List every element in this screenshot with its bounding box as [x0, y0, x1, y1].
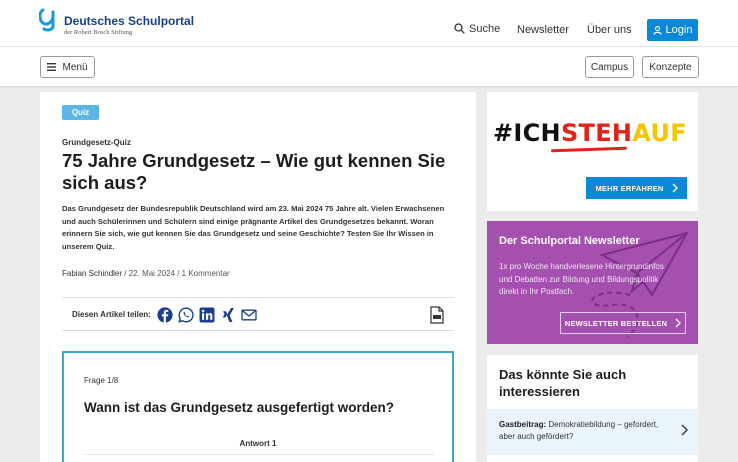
article-lead: Das Grundgesetz der Bundesrepublik Deuts…	[62, 204, 445, 251]
share-label: Diesen Artikel teilen:	[72, 310, 151, 319]
chevron-right-icon	[672, 183, 678, 193]
menu-button[interactable]: Menü	[40, 56, 95, 78]
user-icon	[652, 25, 662, 35]
article-kicker: Grundgesetz-Quiz	[62, 138, 131, 147]
comments-link[interactable]: / 1 Kommentar	[177, 269, 229, 278]
concepts-button[interactable]: Konzepte	[642, 56, 699, 78]
author-link[interactable]: Fabian Schindler	[62, 269, 122, 278]
schulportal-logo-icon[interactable]	[39, 8, 57, 32]
secondary-navbar: Menü Campus Konzepte	[0, 47, 738, 87]
mail-icon[interactable]	[241, 307, 257, 323]
ad-slogan-hash: #ICH	[493, 119, 561, 147]
chevron-right-icon	[675, 318, 682, 328]
quiz-question: Wann ist das Grundgesetz ausgefertigt wo…	[84, 400, 395, 415]
linkedin-icon[interactable]	[199, 307, 215, 323]
quiz-progress: Frage 1/8	[84, 376, 119, 385]
nav-about-us[interactable]: Über uns	[587, 24, 632, 36]
chevron-right-icon	[681, 424, 688, 436]
recommendations-title: Das könnte Sie auch interessieren	[499, 367, 627, 399]
recommendations-box: Das könnte Sie auch interessieren Gastbe…	[487, 355, 698, 462]
nav-search-label: Suche	[469, 23, 501, 35]
more-info-button[interactable]: MEHR ERFAHREN	[586, 177, 687, 199]
newsletter-body: 1x pro Woche handverlesene Hintergrundin…	[499, 262, 664, 296]
quiz-box: Frage 1/8 Wann ist das Grundgesetz ausge…	[62, 351, 454, 462]
article-meta: Fabian Schindler / 22. Mai 2024 / 1 Komm…	[62, 269, 230, 278]
logo-subtitle: der Robert Bosch Stiftung	[64, 29, 133, 36]
recommendation-item-text: Gastbeitrag: Demokratiebildung – geforde…	[499, 419, 664, 443]
publish-date: / 22. Mai 2024	[124, 269, 175, 278]
facebook-icon[interactable]	[157, 307, 173, 323]
newsletter-subscribe-button[interactable]: NEWSLETTER BESTELLEN	[560, 312, 686, 334]
ad-slogan-steh: STEH	[560, 119, 633, 147]
quiz-answer-divider	[84, 454, 434, 455]
login-label: Login	[665, 24, 693, 36]
pdf-download-icon[interactable]	[430, 306, 444, 324]
campus-button[interactable]: Campus	[585, 56, 634, 78]
article-card: Quiz Grundgesetz-Quiz 75 Jahre Grundgese…	[40, 92, 476, 462]
quiz-answer-label: Antwort 1	[239, 439, 277, 448]
ad-underline	[550, 146, 628, 153]
ad-slogan: #ICHSTEHAUF	[493, 119, 687, 147]
recommendation-item-prefix: Gastbeitrag:	[499, 420, 547, 429]
ad-slogan-auf: AUF	[632, 119, 687, 147]
ich-steh-auf-ad[interactable]: #ICHSTEHAUF MEHR ERFAHREN	[487, 92, 698, 211]
nav-search[interactable]: Suche	[454, 23, 500, 35]
quiz-badge[interactable]: Quiz	[62, 105, 99, 120]
logo-title[interactable]: Deutsches Schulportal	[64, 14, 194, 28]
newsletter-subscribe-label: NEWSLETTER BESTELLEN	[564, 318, 668, 328]
more-info-label: MEHR ERFAHREN	[595, 183, 664, 193]
top-header: Deutsches Schulportal der Robert Bosch S…	[0, 0, 738, 47]
xing-icon[interactable]	[220, 307, 236, 323]
newsletter-box: Der Schulportal Newsletter 1x pro Woche …	[487, 221, 698, 344]
nav-newsletter[interactable]: Newsletter	[517, 24, 569, 36]
whatsapp-icon[interactable]	[178, 307, 194, 323]
article-headline: 75 Jahre Grundgesetz – Wie gut kennen Si…	[62, 150, 446, 193]
recommendation-item[interactable]: Gastbeitrag: Demokratiebildung – geforde…	[487, 409, 698, 455]
search-icon	[454, 23, 465, 34]
login-button[interactable]: Login	[647, 19, 698, 41]
share-bar: Diesen Artikel teilen:	[62, 297, 454, 331]
menu-label: Menü	[62, 61, 88, 73]
hamburger-icon	[47, 63, 57, 71]
newsletter-title: Der Schulportal Newsletter	[499, 235, 640, 247]
